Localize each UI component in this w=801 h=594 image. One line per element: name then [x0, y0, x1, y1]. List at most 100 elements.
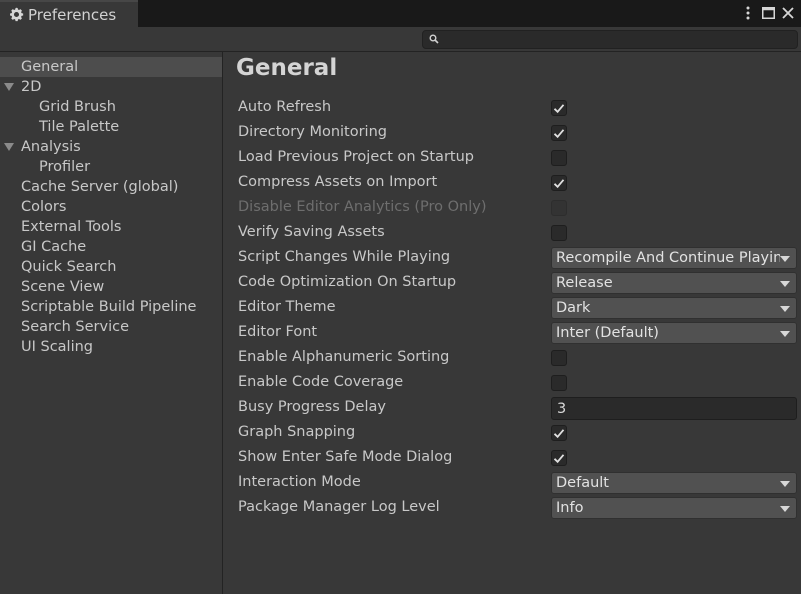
settings-content: General Auto Refresh Directory Monitoring… — [224, 52, 801, 594]
sidebar-item-external-tools[interactable]: External Tools — [0, 217, 222, 237]
setting-row-busy-progress-delay: Busy Progress Delay — [238, 396, 798, 421]
dropdown-value: Info — [556, 500, 584, 516]
setting-row-script-changes-while-playing: Script Changes While Playing Recompile An… — [238, 246, 798, 271]
window-tab-strip: Preferences — [0, 0, 801, 27]
kebab-menu-icon[interactable] — [741, 5, 755, 21]
sidebar-item-quick-search[interactable]: Quick Search — [0, 257, 222, 277]
sidebar-item-analysis[interactable]: Analysis — [0, 137, 222, 157]
enable-code-coverage-checkbox[interactable] — [551, 375, 567, 391]
sidebar-item-label: Scene View — [21, 279, 105, 295]
setting-row-interaction-mode: Interaction Mode Default — [238, 471, 798, 496]
setting-row-verify-saving-assets: Verify Saving Assets — [238, 221, 798, 246]
preferences-tab[interactable]: Preferences — [0, 0, 138, 27]
sidebar-item-tile-palette[interactable]: Tile Palette — [0, 117, 222, 137]
directory-monitoring-checkbox[interactable] — [551, 125, 567, 141]
checkmark-icon — [553, 178, 565, 189]
sidebar-item-scriptable-build-pipeline[interactable]: Scriptable Build Pipeline — [0, 297, 222, 317]
sidebar-item-colors[interactable]: Colors — [0, 197, 222, 217]
sidebar-item-general[interactable]: General — [0, 57, 222, 77]
editor-font-dropdown[interactable]: Inter (Default) — [551, 322, 797, 344]
setting-label: Package Manager Log Level — [238, 499, 440, 515]
settings-sidebar: General 2D Grid Brush Tile Palette Analysis P… — [0, 52, 223, 594]
enable-alphanumeric-sorting-checkbox[interactable] — [551, 350, 567, 366]
setting-row-editor-theme: Editor Theme Dark — [238, 296, 798, 321]
setting-row-load-previous-project-on-startup: Load Previous Project on Startup — [238, 146, 798, 171]
search-field[interactable] — [422, 30, 798, 49]
setting-label: Editor Theme — [238, 299, 336, 315]
setting-label: Show Enter Safe Mode Dialog — [238, 449, 453, 465]
sidebar-item-label: 2D — [21, 79, 42, 95]
setting-row-code-optimization-on-startup: Code Optimization On Startup Release — [238, 271, 798, 296]
gear-icon — [8, 7, 24, 23]
setting-label: Directory Monitoring — [238, 124, 387, 140]
sidebar-item-search-service[interactable]: Search Service — [0, 317, 222, 337]
setting-row-compress-assets-on-import: Compress Assets on Import — [238, 171, 798, 196]
setting-row-editor-font: Editor Font Inter (Default) — [238, 321, 798, 346]
sidebar-item-grid-brush[interactable]: Grid Brush — [0, 97, 222, 117]
search-icon — [429, 32, 439, 48]
maximize-icon[interactable] — [761, 5, 775, 21]
dropdown-value: Release — [556, 275, 613, 291]
sidebar-item-label: GI Cache — [21, 239, 87, 255]
checkmark-icon — [553, 128, 565, 139]
setting-label: Enable Alphanumeric Sorting — [238, 349, 450, 365]
setting-label: Verify Saving Assets — [238, 224, 385, 240]
sidebar-item-label: Quick Search — [21, 259, 117, 275]
sidebar-item-cache-server-global[interactable]: Cache Server (global) — [0, 177, 222, 197]
toolbar — [0, 27, 801, 52]
setting-row-show-enter-safe-mode-dialog: Show Enter Safe Mode Dialog — [238, 446, 798, 471]
setting-label: Code Optimization On Startup — [238, 274, 457, 290]
code-optimization-on-startup-dropdown[interactable]: Release — [551, 272, 797, 294]
chevron-down-icon — [780, 481, 790, 487]
dropdown-value: Recompile And Continue Playing — [556, 250, 780, 266]
setting-row-enable-code-coverage: Enable Code Coverage — [238, 371, 798, 396]
setting-row-disable-editor-analytics-pro-only: Disable Editor Analytics (Pro Only) — [238, 196, 798, 221]
package-manager-log-level-dropdown[interactable]: Info — [551, 497, 797, 519]
graph-snapping-checkbox[interactable] — [551, 425, 567, 441]
close-icon[interactable] — [781, 5, 795, 21]
chevron-down-icon — [780, 281, 790, 287]
dropdown-value: Dark — [556, 300, 591, 316]
sidebar-item-label: Cache Server (global) — [21, 179, 179, 195]
search-input[interactable] — [443, 31, 797, 48]
sidebar-item-label: General — [21, 59, 79, 75]
disable-editor-analytics-pro-only-checkbox — [551, 200, 567, 216]
checkmark-icon — [553, 428, 565, 439]
setting-label: Editor Font — [238, 324, 318, 340]
expand-arrow-icon[interactable] — [4, 83, 14, 91]
sidebar-item-label: Colors — [21, 199, 67, 215]
show-enter-safe-mode-dialog-checkbox[interactable] — [551, 450, 567, 466]
sidebar-item-label: External Tools — [21, 219, 122, 235]
setting-row-enable-alphanumeric-sorting: Enable Alphanumeric Sorting — [238, 346, 798, 371]
sidebar-item-label: Search Service — [21, 319, 130, 335]
window-controls — [741, 4, 795, 22]
load-previous-project-on-startup-checkbox[interactable] — [551, 150, 567, 166]
verify-saving-assets-checkbox[interactable] — [551, 225, 567, 241]
sidebar-item-label: Scriptable Build Pipeline — [21, 299, 197, 315]
setting-label: Graph Snapping — [238, 424, 356, 440]
setting-row-graph-snapping: Graph Snapping — [238, 421, 798, 446]
sidebar-item-2d[interactable]: 2D — [0, 77, 222, 97]
setting-row-directory-monitoring: Directory Monitoring — [238, 121, 798, 146]
setting-label: Disable Editor Analytics (Pro Only) — [238, 199, 487, 215]
script-changes-while-playing-dropdown[interactable]: Recompile And Continue Playing — [551, 247, 797, 269]
compress-assets-on-import-checkbox[interactable] — [551, 175, 567, 191]
checkmark-icon — [553, 103, 565, 114]
setting-label: Interaction Mode — [238, 474, 361, 490]
sidebar-item-profiler[interactable]: Profiler — [0, 157, 222, 177]
dropdown-value: Default — [556, 475, 609, 491]
sidebar-item-gi-cache[interactable]: GI Cache — [0, 237, 222, 257]
setting-label: Busy Progress Delay — [238, 399, 386, 415]
busy-progress-delay-input[interactable] — [551, 397, 797, 420]
sidebar-item-scene-view[interactable]: Scene View — [0, 277, 222, 297]
auto-refresh-checkbox[interactable] — [551, 100, 567, 116]
sidebar-item-ui-scaling[interactable]: UI Scaling — [0, 337, 222, 357]
expand-arrow-icon[interactable] — [4, 143, 14, 151]
interaction-mode-dropdown[interactable]: Default — [551, 472, 797, 494]
setting-label: Enable Code Coverage — [238, 374, 404, 390]
editor-theme-dropdown[interactable]: Dark — [551, 297, 797, 319]
setting-row-auto-refresh: Auto Refresh — [238, 96, 798, 121]
tab-title: Preferences — [28, 5, 117, 24]
setting-label: Script Changes While Playing — [238, 249, 451, 265]
page-title: General — [236, 55, 338, 81]
